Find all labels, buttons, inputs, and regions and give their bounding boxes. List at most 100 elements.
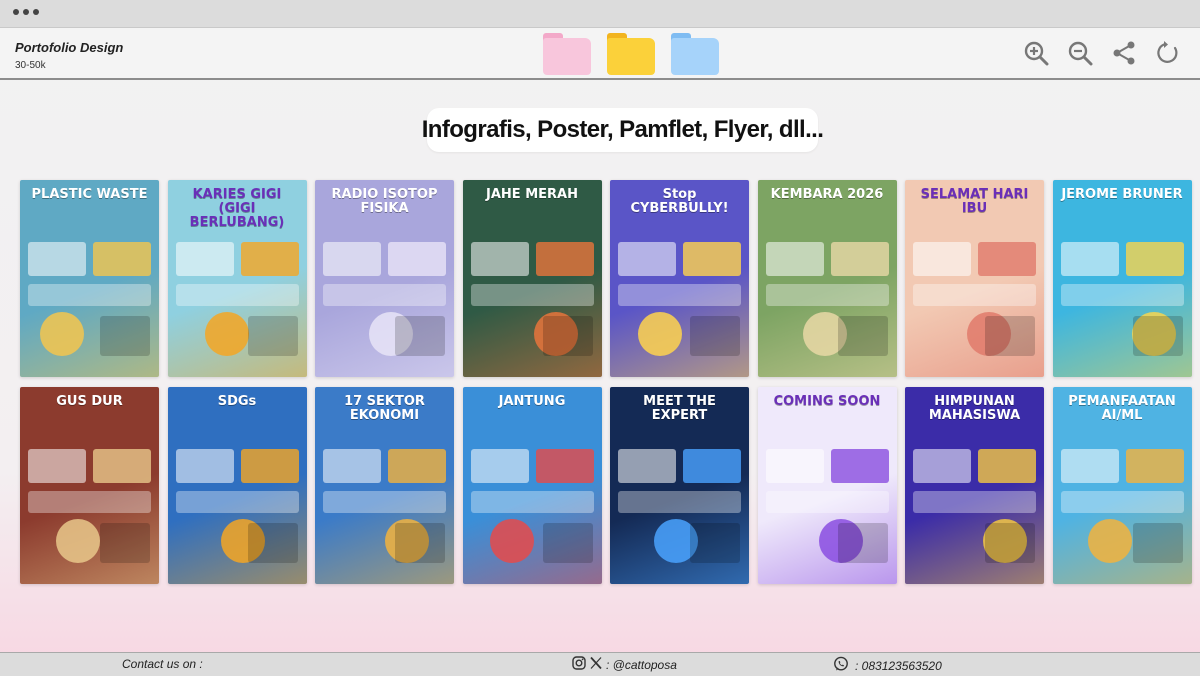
app-subtitle: 30-50k (15, 60, 46, 71)
window-dot[interactable] (23, 9, 29, 15)
poster-thumbnail[interactable]: 17 SEKTOR EKONOMI (315, 387, 454, 584)
social-contact[interactable]: : @cattoposa (572, 656, 677, 673)
poster-thumbnail[interactable]: KEMBARA 2026 (757, 180, 897, 377)
poster-title: COMING SOON (773, 394, 881, 409)
poster-thumbnail[interactable]: JAHE MERAH (462, 180, 602, 377)
poster-decoration (913, 491, 1036, 513)
poster-decoration (985, 316, 1035, 356)
poster-decoration (323, 491, 446, 513)
whatsapp-icon (833, 656, 849, 675)
poster-decoration (395, 316, 445, 356)
poster-decoration (1060, 284, 1184, 306)
poster-thumbnail[interactable]: Stop CYBERBULLY! (610, 180, 749, 377)
poster-title: Stop CYBERBULLY! (630, 187, 729, 216)
poster-thumbnail[interactable]: RADIO ISOTOP FISIKA (315, 180, 454, 377)
poster-thumbnail[interactable]: JANTUNG (462, 387, 602, 584)
poster-decoration (1132, 523, 1183, 563)
poster-decoration (1132, 316, 1183, 356)
share-icon[interactable] (1110, 39, 1138, 67)
window-dot[interactable] (13, 9, 19, 15)
poster-decoration (323, 449, 381, 483)
poster-decoration (93, 449, 151, 483)
poster-thumbnail[interactable]: GUS DUR (20, 387, 159, 584)
poster-decoration (1087, 519, 1132, 563)
poster-gallery: PLASTIC WASTE KARIES GIGI (GIGI BERLUBAN… (20, 180, 1192, 584)
poster-decoration (28, 449, 86, 483)
poster-decoration (535, 449, 594, 483)
poster-decoration (470, 284, 594, 306)
pink-folder-icon[interactable] (543, 33, 591, 75)
poster-title: JAHE MERAH (486, 187, 578, 202)
app-title: Portofolio Design (15, 40, 124, 55)
poster-decoration (837, 523, 888, 563)
window-dot[interactable] (33, 9, 39, 15)
yellow-folder-icon[interactable] (607, 33, 655, 75)
poster-decoration (56, 519, 100, 563)
poster-decoration (204, 312, 249, 356)
zoom-out-icon[interactable] (1066, 39, 1094, 67)
poster-title: HIMPUNAN MAHASISWA (928, 394, 1021, 423)
poster-decoration (470, 242, 529, 276)
poster-title: JEROME BRUNER (1061, 187, 1183, 202)
poster-decoration (240, 242, 299, 276)
poster-decoration (683, 449, 741, 483)
zoom-in-icon[interactable] (1022, 39, 1050, 67)
instagram-icon (572, 656, 586, 673)
poster-thumbnail[interactable]: COMING SOON (757, 387, 897, 584)
poster-decoration (985, 523, 1035, 563)
poster-decoration (690, 316, 740, 356)
folder-group (543, 33, 719, 75)
contact-label: Contact us on : (122, 657, 203, 671)
poster-decoration (837, 316, 888, 356)
poster-decoration (618, 491, 741, 513)
phone-contact[interactable]: : 083123563520 (833, 656, 942, 675)
poster-decoration (28, 491, 151, 513)
poster-thumbnail[interactable]: SDGs (167, 387, 307, 584)
rotate-icon[interactable] (1154, 39, 1182, 67)
poster-thumbnail[interactable]: MEET THE EXPERT (610, 387, 749, 584)
poster-decoration (388, 242, 446, 276)
poster-thumbnail[interactable]: PLASTIC WASTE (20, 180, 159, 377)
poster-decoration (690, 523, 740, 563)
poster-thumbnail[interactable]: HIMPUNAN MAHASISWA (905, 387, 1044, 584)
poster-decoration (830, 449, 889, 483)
toolbar: Portofolio Design 30-50k (0, 28, 1200, 80)
poster-thumbnail[interactable]: SELAMAT HARI IBU (905, 180, 1044, 377)
window-controls[interactable] (13, 9, 39, 15)
blue-folder-icon[interactable] (671, 33, 719, 75)
poster-decoration (323, 242, 381, 276)
poster-decoration (1125, 449, 1184, 483)
poster-decoration (93, 242, 151, 276)
poster-decoration (618, 449, 676, 483)
poster-title: MEET THE EXPERT (643, 394, 716, 423)
poster-decoration (618, 284, 741, 306)
section-heading: Infografis, Poster, Pamflet, Flyer, dll.… (422, 108, 824, 152)
poster-decoration (175, 284, 299, 306)
poster-decoration (100, 523, 150, 563)
poster-decoration (470, 449, 529, 483)
poster-decoration (40, 312, 84, 356)
poster-decoration (765, 284, 889, 306)
poster-title: SDGs (217, 394, 257, 409)
poster-decoration (830, 242, 889, 276)
x-icon (589, 656, 603, 673)
poster-decoration (913, 449, 971, 483)
social-handle: : @cattoposa (606, 657, 677, 672)
poster-decoration (388, 449, 446, 483)
poster-decoration (542, 523, 593, 563)
phone-number: : 083123563520 (855, 658, 942, 673)
poster-decoration (247, 523, 298, 563)
poster-decoration (1060, 491, 1184, 513)
poster-decoration (175, 242, 234, 276)
poster-title: KARIES GIGI (GIGI BERLUBANG) (189, 187, 285, 230)
poster-decoration (1060, 449, 1119, 483)
poster-decoration (638, 312, 682, 356)
poster-title: SELAMAT HARI IBU (920, 187, 1029, 216)
poster-decoration (765, 449, 824, 483)
poster-thumbnail[interactable]: PEMANFAATAN AI/ML (1052, 387, 1192, 584)
tool-group (1022, 39, 1182, 67)
poster-decoration (978, 242, 1036, 276)
poster-thumbnail[interactable]: JEROME BRUNER (1052, 180, 1192, 377)
footer-bar: Contact us on : : @cattoposa : 083123563… (0, 652, 1200, 676)
poster-thumbnail[interactable]: KARIES GIGI (GIGI BERLUBANG) (167, 180, 307, 377)
